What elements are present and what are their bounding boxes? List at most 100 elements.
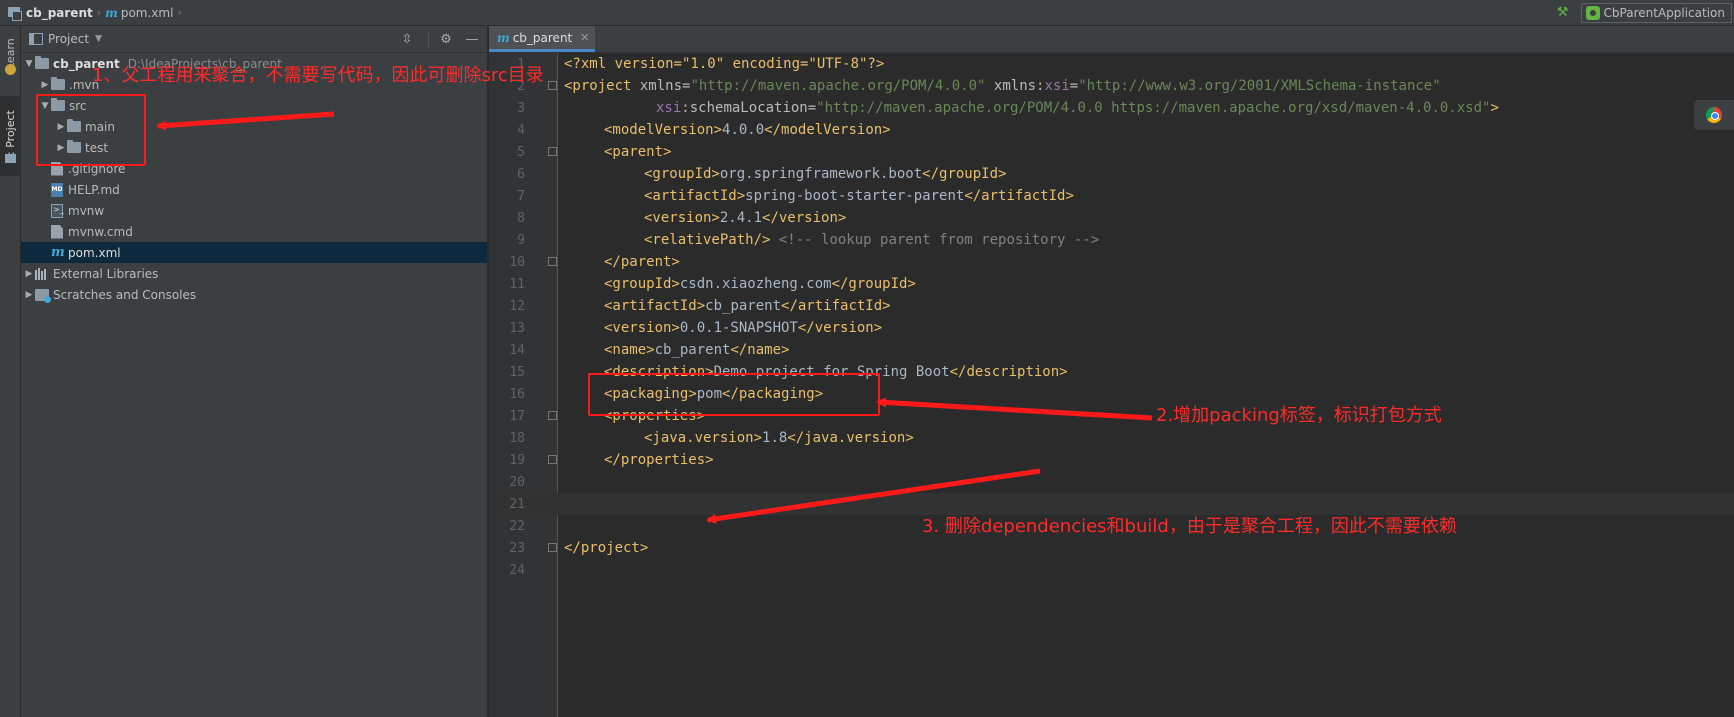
code-token: spring-boot-starter-parent xyxy=(745,188,965,204)
divider xyxy=(428,32,429,47)
project-folder-icon xyxy=(8,6,22,21)
fold-marker-icon[interactable] xyxy=(548,455,557,464)
collapse-arrow-icon[interactable]: ▶ xyxy=(23,290,35,300)
code-text: <version>2.4.1</version> xyxy=(644,210,846,226)
fold-marker-icon[interactable] xyxy=(548,411,557,420)
tree-item-help-md[interactable]: MD HELP.md xyxy=(21,179,487,200)
tree-item-label: pom.xml xyxy=(68,245,121,260)
breadcrumb-file[interactable]: pom.xml xyxy=(121,6,174,20)
file-icon xyxy=(51,224,63,239)
annotation-text-2: 2.增加packing标签，标识打包方式 xyxy=(1156,405,1442,426)
code-text: xsi:schemaLocation="http://maven.apache.… xyxy=(656,100,1499,116)
fold-marker-icon[interactable] xyxy=(548,81,557,90)
code-text: </parent> xyxy=(604,254,680,270)
code-line: 24 xyxy=(489,559,1734,581)
tree-item-scratches[interactable]: ▶ Scratches and Consoles xyxy=(21,284,487,305)
project-panel-header: Project ▼ ⇳ ⚙ — xyxy=(21,26,487,53)
tool-window-strip: Learn 1: Project xyxy=(0,26,21,717)
code-text: <java.version>1.8</java.version> xyxy=(644,430,914,446)
line-number: 15 xyxy=(509,364,525,380)
code-token: > xyxy=(1490,100,1499,116)
line-number: 14 xyxy=(509,342,525,358)
code-token: </modelVersion> xyxy=(764,122,891,138)
code-line: 1 <?xml version="1.0" encoding="UTF-8"?> xyxy=(489,53,1734,75)
tree-item-mvnw[interactable]: >_ mvnw xyxy=(21,200,487,221)
code-token: 0.0.1-SNAPSHOT xyxy=(679,320,798,336)
annotation-text-1: 1、父工程用来聚合，不需要写代码，因此可删除src目录 xyxy=(92,65,544,86)
run-configuration-selector[interactable]: CbParentApplication xyxy=(1580,3,1732,23)
line-number: 8 xyxy=(517,210,525,226)
fold-marker-icon[interactable] xyxy=(548,147,557,156)
folder-icon xyxy=(51,77,65,90)
minimize-icon[interactable]: — xyxy=(461,29,483,51)
project-view-selector[interactable]: Project xyxy=(48,32,89,46)
line-number: 6 xyxy=(517,166,525,182)
code-line: 5 <parent> xyxy=(489,141,1734,163)
collapse-all-icon[interactable]: ⇳ xyxy=(396,29,418,51)
code-line: 12 <artifactId>cb_parent</artifactId> xyxy=(489,295,1734,317)
code-token: cb_parent xyxy=(654,342,731,358)
line-number: 7 xyxy=(517,188,525,204)
line-number: 11 xyxy=(509,276,525,292)
code-text: <project xmlns="http://maven.apache.org/… xyxy=(564,78,1441,94)
tree-item-mvnw-cmd[interactable]: mvnw.cmd xyxy=(21,221,487,242)
shell-script-icon: >_ xyxy=(51,203,64,218)
code-line: 14 <name>cb_parent</name> xyxy=(489,339,1734,361)
collapse-arrow-icon[interactable]: ▶ xyxy=(23,269,35,279)
code-line: 6 <groupId>org.springframework.boot</gro… xyxy=(489,163,1734,185)
code-token: 1.8 xyxy=(762,430,788,446)
run-configuration-label: CbParentApplication xyxy=(1603,6,1725,20)
code-token: </name> xyxy=(730,342,790,358)
tree-item-pom-xml[interactable]: m pom.xml xyxy=(21,242,487,263)
code-token: xmlns xyxy=(639,78,683,94)
project-folder-icon xyxy=(5,154,16,163)
code-text: <?xml version="1.0" encoding="UTF-8"?> xyxy=(564,56,885,72)
line-number: 18 xyxy=(509,430,525,446)
code-token: <project xyxy=(564,78,640,94)
fold-marker-icon[interactable] xyxy=(548,257,557,266)
code-token: :schemaLocation= xyxy=(681,100,817,116)
fold-marker-icon[interactable] xyxy=(548,543,557,552)
gear-icon[interactable]: ⚙ xyxy=(435,29,457,51)
code-token: </groupId> xyxy=(922,166,1007,182)
project-view-icon xyxy=(29,33,43,45)
code-text: <artifactId>spring-boot-starter-parent</… xyxy=(644,188,1074,204)
project-tool-tab[interactable]: 1: Project xyxy=(0,96,21,176)
code-line: 4 <modelVersion>4.0.0</modelVersion> xyxy=(489,119,1734,141)
collapse-arrow-icon[interactable]: ▶ xyxy=(39,80,51,90)
line-number: 21 xyxy=(509,496,525,512)
code-token: xsi xyxy=(1044,78,1070,94)
code-token: <version> xyxy=(644,210,720,226)
expand-arrow-icon[interactable]: ▼ xyxy=(23,59,35,69)
panel-actions: ⇳ ⚙ — xyxy=(396,26,487,53)
code-text: <relativePath/> <!-- lookup parent from … xyxy=(644,232,1099,248)
chrome-icon xyxy=(1706,107,1722,123)
code-token: <artifactId> xyxy=(644,188,746,204)
code-token: <groupId> xyxy=(604,276,680,292)
markdown-file-icon: MD xyxy=(51,182,63,197)
code-text: <groupId>csdn.xiaozheng.com</groupId> xyxy=(604,276,916,292)
library-icon xyxy=(35,267,49,280)
chevron-down-icon[interactable]: ▼ xyxy=(95,34,102,44)
tree-item-label: mvnw xyxy=(68,203,105,218)
code-token: </description> xyxy=(949,364,1068,380)
breadcrumb-project[interactable]: cb_parent xyxy=(26,6,93,20)
line-number: 9 xyxy=(517,232,525,248)
editor-tab-pom[interactable]: m cb_parent ✕ xyxy=(489,26,596,52)
code-token: <relativePath/> xyxy=(644,232,771,248)
close-icon[interactable]: ✕ xyxy=(580,31,589,44)
code-line: 10 </parent> xyxy=(489,251,1734,273)
tree-item-label: HELP.md xyxy=(68,182,120,197)
code-token: <name> xyxy=(604,342,655,358)
code-token: cb_parent xyxy=(705,298,782,314)
code-line: 19 </properties> xyxy=(489,449,1734,471)
chevron-right-icon: › xyxy=(96,6,102,19)
code-token: </artifactId> xyxy=(964,188,1074,204)
tree-item-external-libraries[interactable]: ▶ External Libraries xyxy=(21,263,487,284)
code-token: <!-- lookup parent from repository --> xyxy=(770,232,1100,248)
line-number: 17 xyxy=(509,408,525,424)
line-number: 3 xyxy=(517,100,525,116)
build-hammer-icon[interactable]: ⚒ xyxy=(1555,5,1571,21)
browser-preview-button[interactable] xyxy=(1694,100,1734,130)
code-token: <version> xyxy=(604,320,680,336)
